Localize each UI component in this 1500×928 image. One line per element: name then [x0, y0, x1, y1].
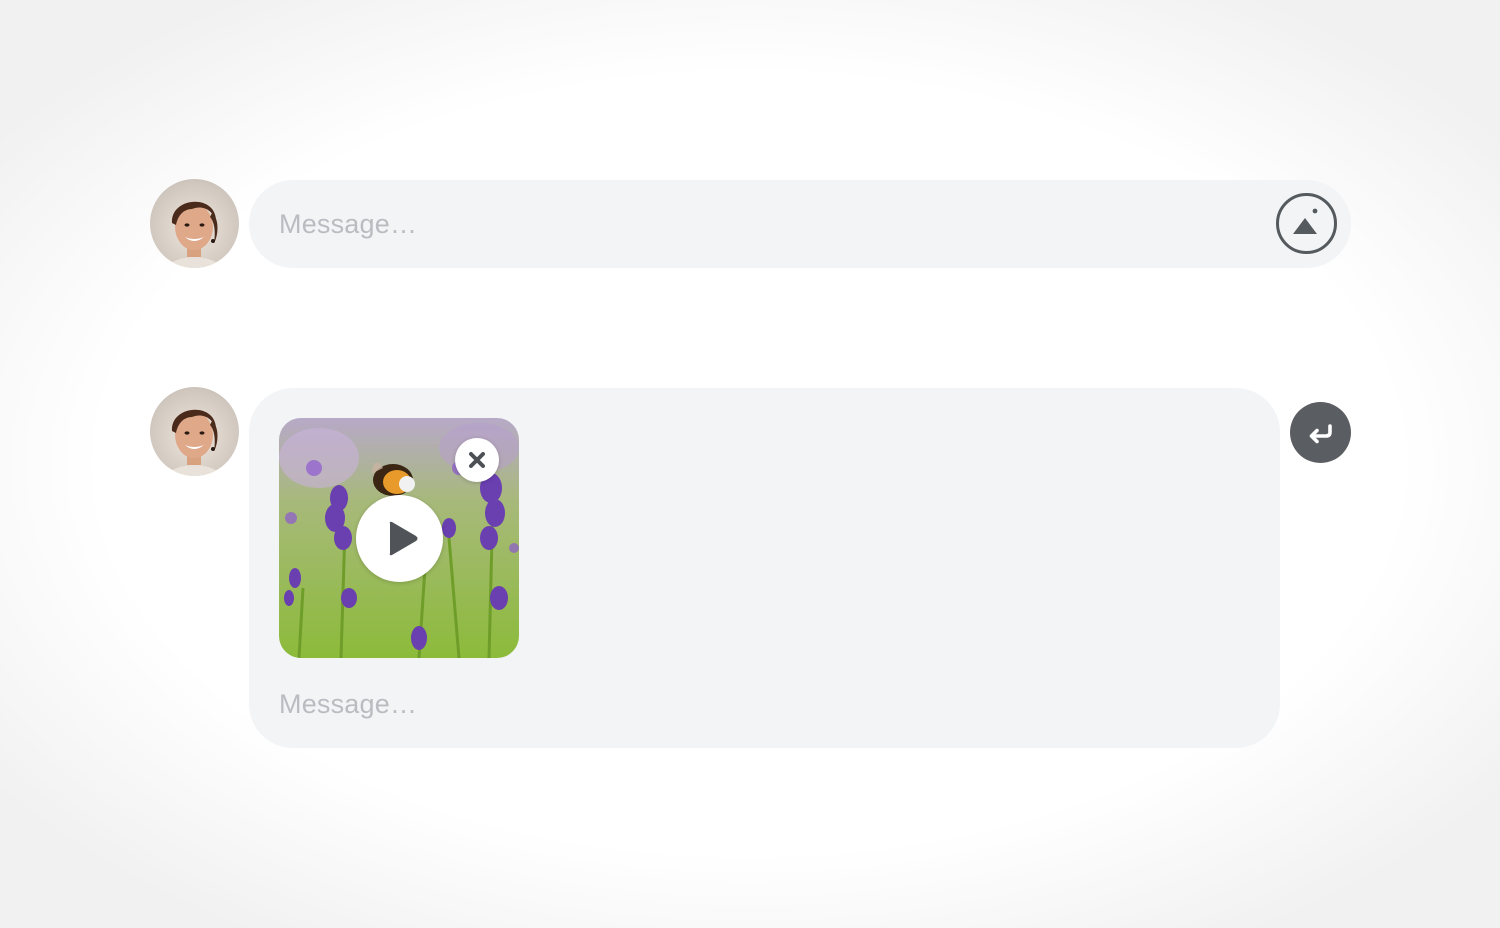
close-icon: [469, 452, 485, 468]
message-composer[interactable]: Message…: [249, 180, 1351, 268]
attach-image-button[interactable]: [1276, 193, 1337, 254]
user-avatar: [150, 387, 239, 476]
image-icon: [1293, 208, 1318, 234]
user-avatar: [150, 179, 239, 268]
message-composer-with-attachment[interactable]: Message…: [249, 388, 1280, 748]
user-avatar-image: [164, 201, 224, 268]
play-icon: [389, 521, 418, 556]
play-video-button[interactable]: [356, 495, 443, 582]
enter-arrow-icon: [1309, 424, 1332, 444]
video-attachment-thumbnail[interactable]: [279, 418, 519, 658]
message-input[interactable]: Message…: [279, 209, 417, 240]
remove-attachment-button[interactable]: [455, 438, 499, 482]
message-input[interactable]: Message…: [279, 689, 417, 720]
send-button[interactable]: [1290, 402, 1351, 463]
user-avatar-image: [164, 409, 224, 476]
